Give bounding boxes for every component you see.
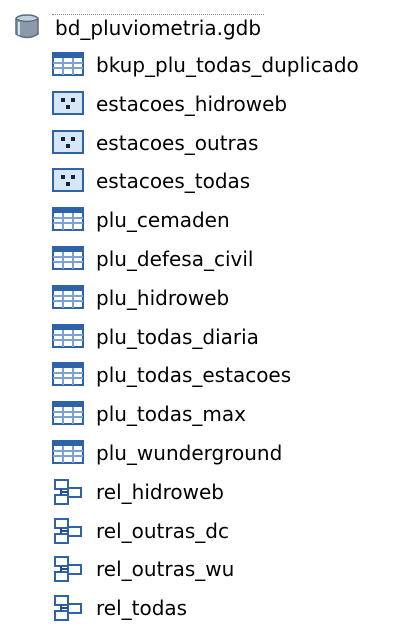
- tree-item-label: plu_cemaden: [96, 208, 230, 233]
- point-feature-class-icon: [52, 168, 84, 194]
- tree-item-estacoes-outras[interactable]: estacoes_outras: [52, 128, 258, 158]
- tree-item-label: rel_todas: [96, 596, 188, 621]
- tree-item-label: estacoes_hidroweb: [96, 91, 288, 116]
- tree-item-label: plu_todas_max: [96, 402, 246, 427]
- tree-item-estacoes-hidroweb[interactable]: estacoes_hidroweb: [52, 89, 287, 119]
- table-icon: [52, 52, 84, 78]
- database-icon: [12, 14, 44, 40]
- tree-item-label: bkup_plu_todas_duplicado: [96, 53, 359, 77]
- tree-item-label: rel_outras_dc: [96, 518, 229, 543]
- table-icon: [52, 440, 84, 466]
- point-feature-class-icon: [52, 90, 84, 117]
- tree-item-label: plu_todas_estacoes: [96, 363, 292, 388]
- table-icon: [52, 323, 84, 350]
- geodatabase-root-item[interactable]: bd_pluviometria.gdb: [12, 12, 265, 42]
- tree-item-rel-outras-dc[interactable]: rel_outras_dc: [52, 516, 229, 546]
- table-icon: [52, 207, 84, 233]
- tree-item-plu-todas-max[interactable]: plu_todas_max: [52, 399, 246, 429]
- tree-item-label: estacoes_outras: [96, 130, 259, 155]
- tree-item-plu-todas-estacoes[interactable]: plu_todas_estacoes: [52, 360, 291, 390]
- tree-item-plu-cemaden[interactable]: plu_cemaden: [52, 205, 230, 235]
- catalog-tree: bd_pluviometria.gdb bkup_plu_todas_dupli…: [0, 0, 400, 640]
- point-feature-class-icon: [52, 129, 84, 156]
- relationship-class-icon: [52, 478, 84, 505]
- relationship-class-icon: [52, 517, 84, 544]
- tree-item-label: plu_defesa_civil: [96, 247, 254, 271]
- relationship-class-icon: [52, 595, 84, 622]
- tree-item-label: plu_todas_diaria: [96, 324, 259, 349]
- table-icon: [52, 401, 84, 427]
- tree-item-rel-hidroweb[interactable]: rel_hidroweb: [52, 477, 224, 507]
- tree-item-plu-hidroweb[interactable]: plu_hidroweb: [52, 283, 229, 313]
- table-icon: [52, 246, 84, 272]
- tree-item-rel-outras-wu[interactable]: rel_outras_wu: [52, 554, 234, 584]
- tree-item-label: estacoes_todas: [96, 169, 251, 194]
- tree-item-plu-todas-diaria[interactable]: plu_todas_diaria: [52, 322, 259, 352]
- tree-item-plu-defesa-civil[interactable]: plu_defesa_civil: [52, 244, 253, 274]
- tree-item-label: rel_outras_wu: [96, 557, 235, 582]
- relationship-class-icon: [52, 556, 84, 583]
- tree-item-label: plu_hidroweb: [96, 285, 230, 310]
- tree-item-label: plu_wunderground: [96, 441, 283, 465]
- tree-item-estacoes-todas[interactable]: estacoes_todas: [52, 166, 250, 196]
- tree-item-plu-wunderground[interactable]: plu_wunderground: [52, 438, 282, 468]
- table-icon: [52, 284, 84, 311]
- table-icon: [52, 362, 84, 388]
- tree-item-bkup-plu-todas-duplicado[interactable]: bkup_plu_todas_duplicado: [52, 50, 359, 80]
- geodatabase-name: bd_pluviometria.gdb: [52, 13, 265, 41]
- tree-item-rel-todas[interactable]: rel_todas: [52, 593, 187, 623]
- tree-item-label: rel_hidroweb: [96, 479, 224, 504]
